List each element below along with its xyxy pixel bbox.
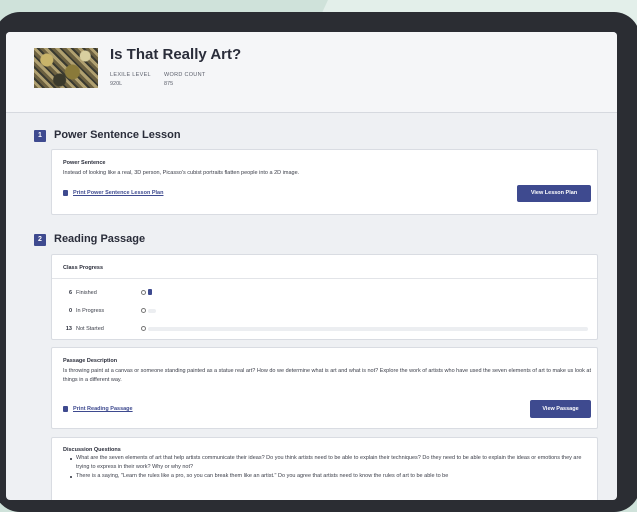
- view-passage-button[interactable]: View Passage: [530, 400, 591, 418]
- lexile-value: 920L: [110, 81, 123, 87]
- wordcount-label: WORD COUNT: [164, 72, 206, 78]
- card-label: Discussion Questions: [63, 447, 121, 453]
- section-title: Power Sentence Lesson: [54, 129, 181, 141]
- wordcount-value: 875: [164, 81, 174, 87]
- progress-count: 6: [68, 290, 72, 296]
- progress-track: [148, 327, 588, 331]
- discussion-question: There is a saying, "Learn the rules like…: [76, 473, 449, 479]
- print-reading-passage-link[interactable]: Print Reading Passage: [73, 406, 133, 412]
- card-label: Power Sentence: [63, 160, 106, 166]
- section-title: Reading Passage: [54, 233, 146, 245]
- progress-count: 0: [68, 308, 72, 314]
- lexile-label: LEXILE LEVEL: [110, 72, 151, 78]
- divider: [52, 278, 597, 279]
- progress-label: Finished: [76, 290, 97, 296]
- progress-marker: [141, 308, 146, 313]
- passage-description-text: Is throwing paint at a canvas or someone…: [63, 368, 591, 383]
- progress-count: 13: [65, 326, 72, 332]
- tablet-device: Is That Really Art? LEXILE LEVEL 920L WO…: [0, 12, 637, 512]
- section-number-badge: 2: [34, 234, 46, 246]
- progress-track: [148, 309, 156, 313]
- print-lesson-plan-link[interactable]: Print Power Sentence Lesson Plan: [73, 190, 163, 196]
- list-bullet: [70, 458, 72, 460]
- list-bullet: [70, 476, 72, 478]
- class-progress-card: Class Progress 6 Finished 0 In Progress …: [51, 254, 598, 340]
- page-header: Is That Really Art? LEXILE LEVEL 920L WO…: [6, 32, 617, 113]
- progress-marker: [141, 290, 146, 295]
- section-number-badge: 1: [34, 130, 46, 142]
- progress-label: Not Started: [76, 326, 104, 332]
- card-label: Passage Description: [63, 358, 118, 364]
- power-sentence-text: Instead of looking like a real, 3D perso…: [63, 170, 300, 176]
- screen: Is That Really Art? LEXILE LEVEL 920L WO…: [6, 32, 617, 500]
- artwork-thumbnail: [34, 48, 98, 88]
- card-label: Class Progress: [63, 265, 104, 271]
- passage-description-card: Passage Description Is throwing paint at…: [51, 347, 598, 429]
- progress-label: In Progress: [76, 308, 105, 314]
- page-title: Is That Really Art?: [110, 46, 242, 63]
- power-sentence-card: Power Sentence Instead of looking like a…: [51, 149, 598, 215]
- document-icon: [63, 190, 68, 196]
- document-icon: [63, 406, 68, 412]
- view-lesson-plan-button[interactable]: View Lesson Plan: [517, 185, 591, 202]
- progress-fill: [148, 289, 152, 295]
- discussion-questions-card: Discussion Questions What are the seven …: [51, 437, 598, 500]
- discussion-question: What are the seven elements of art that …: [76, 455, 582, 470]
- progress-marker: [141, 326, 146, 331]
